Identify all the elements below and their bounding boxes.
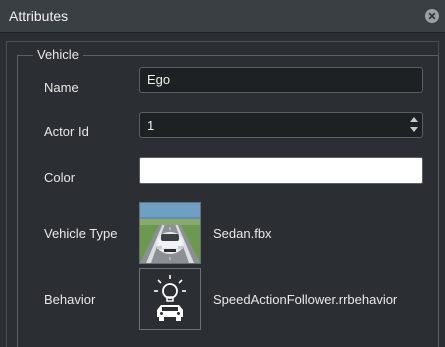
sedan-road-thumbnail: [140, 203, 200, 263]
spin-up-icon[interactable]: [409, 115, 419, 125]
vehicle-type-value: Sedan.fbx: [213, 226, 272, 241]
panel-header: Attributes: [0, 0, 445, 33]
color-swatch[interactable]: [139, 157, 423, 184]
panel-content: Vehicle Name Ego Actor Id 1 Color Vehicl…: [0, 33, 445, 347]
vehicle-thumbnail[interactable]: [139, 202, 201, 264]
attributes-panel: Attributes Vehicle Name Ego Actor Id 1 C…: [0, 0, 445, 347]
name-field[interactable]: Ego: [139, 67, 423, 93]
actor-id-spinbox[interactable]: 1: [139, 112, 423, 138]
name-label: Name: [44, 80, 79, 95]
actor-id-value: 1: [147, 118, 155, 133]
actor-id-label: Actor Id: [44, 124, 89, 139]
behavior-value: SpeedActionFollower.rrbehavior: [213, 292, 398, 307]
panel-title: Attributes: [9, 8, 69, 24]
close-icon[interactable]: [425, 9, 439, 23]
group-title: Vehicle: [33, 47, 83, 62]
spin-down-icon[interactable]: [409, 125, 419, 135]
car-lightbulb-icon: [154, 275, 186, 321]
vehicle-type-label: Vehicle Type: [44, 226, 118, 241]
behavior-label: Behavior: [44, 292, 96, 307]
color-label: Color: [44, 170, 76, 185]
name-value: Ego: [147, 72, 171, 87]
behavior-thumbnail[interactable]: [139, 268, 201, 330]
